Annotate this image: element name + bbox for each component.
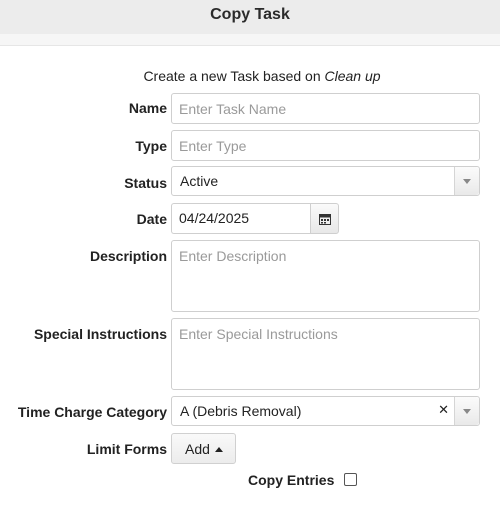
date-label: Date — [136, 211, 167, 227]
status-label: Status — [124, 175, 167, 191]
special-instructions-textarea[interactable] — [171, 318, 480, 390]
type-input[interactable] — [171, 130, 480, 161]
chevron-down-icon — [463, 179, 471, 184]
chevron-down-icon — [463, 409, 471, 414]
calendar-icon — [319, 214, 331, 225]
time-charge-category-label: Time Charge Category — [17, 404, 167, 420]
status-select[interactable]: Active — [171, 166, 480, 196]
caret-up-icon — [215, 447, 223, 452]
date-picker-button[interactable] — [310, 203, 339, 234]
name-label: Name — [128, 100, 167, 116]
date-value: 04/24/2025 — [179, 210, 250, 226]
time-charge-category-value: A (Debris Removal) — [180, 403, 302, 419]
description-textarea[interactable] — [171, 240, 480, 312]
intro-text: Create a new Task based on Clean up — [0, 68, 500, 84]
type-label: Type — [135, 138, 167, 154]
close-icon[interactable]: ✕ — [438, 402, 449, 418]
header-divider — [0, 34, 500, 46]
time-charge-dropdown-toggle[interactable] — [454, 397, 479, 425]
add-button-label: Add — [185, 441, 210, 457]
dialog-title: Copy Task — [210, 6, 290, 23]
status-value: Active — [180, 173, 219, 189]
special-instructions-label: Special Instructions — [33, 326, 167, 342]
time-charge-category-select[interactable]: A (Debris Removal) ✕ — [171, 396, 480, 426]
limit-forms-add-button[interactable]: Add — [171, 433, 236, 464]
dialog-header: Copy Task — [0, 0, 500, 34]
description-label: Description — [89, 248, 167, 264]
date-input[interactable]: 04/24/2025 — [171, 203, 310, 234]
limit-forms-label: Limit Forms — [86, 441, 167, 457]
source-task-name: Clean up — [324, 68, 381, 84]
copy-entries-checkbox[interactable] — [344, 473, 357, 486]
status-dropdown-toggle[interactable] — [454, 167, 479, 195]
name-input[interactable] — [171, 93, 480, 124]
intro-prefix: Create a new Task based on — [143, 68, 325, 84]
copy-entries-label: Copy Entries — [248, 472, 335, 488]
